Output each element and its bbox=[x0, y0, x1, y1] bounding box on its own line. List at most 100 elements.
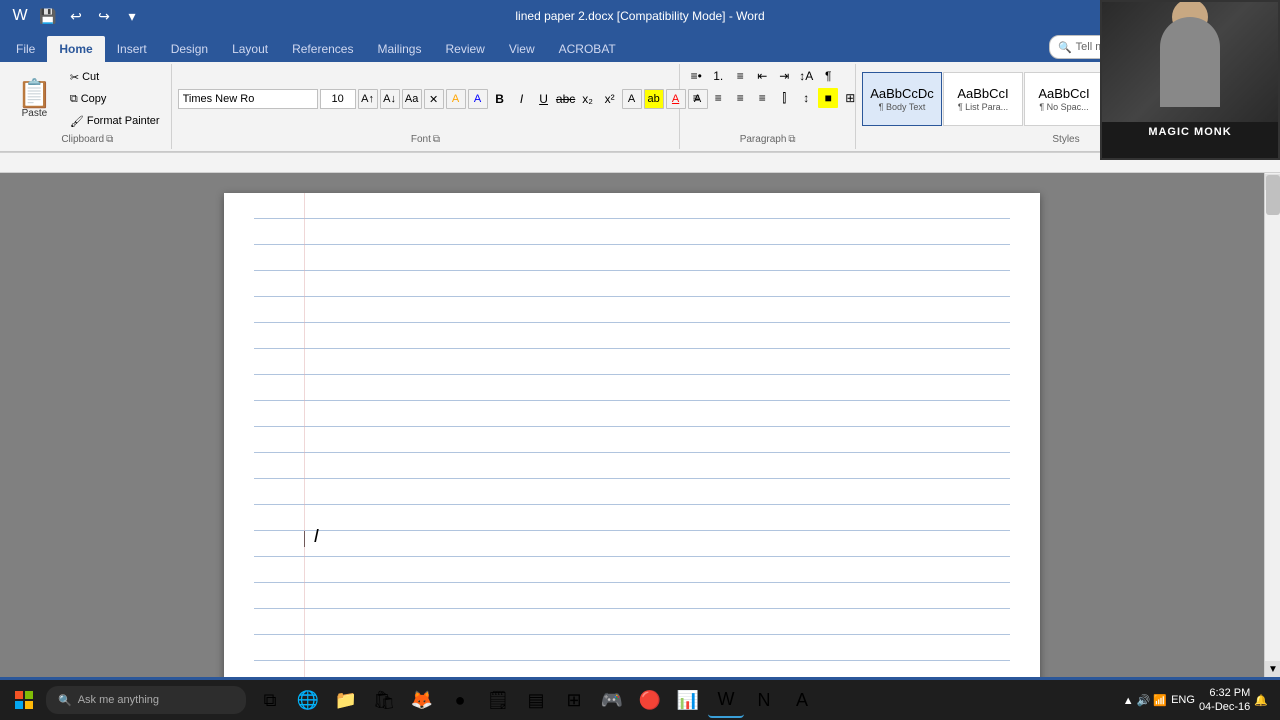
columns-button[interactable]: ⫿ bbox=[774, 88, 794, 108]
notifications-icon[interactable]: 🔔 bbox=[1254, 694, 1268, 707]
task-view-button[interactable]: ⧉ bbox=[252, 682, 288, 718]
style-preview: AaBbCcDc bbox=[870, 86, 934, 101]
tab-insert[interactable]: Insert bbox=[105, 36, 159, 62]
text-highlight-button[interactable]: A bbox=[446, 89, 466, 109]
taskbar-icons: ⧉ 🌐 📁 🛍 🦊 ● 🗒 ▤ ⊞ 🎮 🔴 📊 W N A bbox=[252, 682, 820, 718]
paper-line bbox=[254, 531, 1010, 557]
taskbar-search[interactable]: 🔍 Ask me anything bbox=[46, 686, 246, 714]
tab-design[interactable]: Design bbox=[159, 36, 220, 62]
font-name-row: A↑ A↓ Aa ✕ A A bbox=[178, 89, 488, 109]
store-icon[interactable]: 🛍 bbox=[366, 682, 402, 718]
tab-review[interactable]: Review bbox=[433, 36, 496, 62]
tab-acrobat[interactable]: ACROBAT bbox=[547, 36, 628, 62]
save-quick-button[interactable]: 💾 bbox=[36, 4, 60, 28]
format-painter-button[interactable]: 🖌 Format Painter bbox=[65, 111, 165, 131]
word-icon-button[interactable]: W bbox=[8, 4, 32, 28]
subscript-button[interactable]: x₂ bbox=[578, 89, 598, 109]
paper-line bbox=[254, 271, 1010, 297]
paragraph-expand-icon[interactable]: ⧉ bbox=[788, 134, 795, 145]
decrease-indent-button[interactable]: ⇤ bbox=[752, 66, 772, 86]
style-body-text[interactable]: AaBbCcDc ¶ Body Text bbox=[862, 72, 942, 126]
justify-button[interactable]: ≡ bbox=[752, 88, 772, 108]
font-name-input[interactable] bbox=[178, 89, 318, 109]
document-area[interactable]: 𝐼 bbox=[0, 173, 1264, 677]
app10-icon[interactable]: 🎮 bbox=[594, 682, 630, 718]
show-formatting-button[interactable]: ¶ bbox=[818, 66, 838, 86]
edge-icon[interactable]: 🌐 bbox=[290, 682, 326, 718]
margin-line bbox=[304, 193, 305, 677]
word-taskbar-icon[interactable]: W bbox=[708, 682, 744, 718]
strikethrough-button[interactable]: abc bbox=[556, 89, 576, 109]
font-group-label: Font ⧉ bbox=[178, 132, 674, 147]
tray-icons: ▲ 🔊 📶 bbox=[1123, 694, 1167, 707]
font-size-input[interactable] bbox=[320, 89, 356, 109]
customize-quick-access[interactable]: ▾ bbox=[120, 4, 144, 28]
tab-file[interactable]: File bbox=[4, 36, 47, 62]
multilevel-list-button[interactable]: ≡ bbox=[730, 66, 750, 86]
clipboard-label: Clipboard ⧉ bbox=[10, 132, 165, 147]
style-list-para[interactable]: AaBbCcI ¶ List Para... bbox=[943, 72, 1023, 126]
app8-icon[interactable]: ▤ bbox=[518, 682, 554, 718]
quick-access-toolbar: W 💾 ↩ ↪ ▾ bbox=[8, 4, 144, 28]
change-case-button[interactable]: Aa bbox=[402, 89, 422, 109]
align-right-button[interactable]: ≡ bbox=[730, 88, 750, 108]
text-highlight-color-button[interactable]: ab bbox=[644, 89, 664, 109]
video-overlay: SUBSCRIBE MAGIC MONK bbox=[1100, 0, 1280, 160]
superscript-button[interactable]: x² bbox=[600, 89, 620, 109]
text-effects-button[interactable]: A bbox=[622, 89, 642, 109]
app12-icon[interactable]: 📊 bbox=[670, 682, 706, 718]
explorer-icon[interactable]: 📁 bbox=[328, 682, 364, 718]
scroll-thumb[interactable] bbox=[1266, 175, 1280, 215]
align-center-button[interactable]: ≡ bbox=[708, 88, 728, 108]
format-buttons-row: B I U abc x₂ x² A ab A A bbox=[490, 89, 708, 109]
title-left: W 💾 ↩ ↪ ▾ bbox=[8, 4, 144, 28]
paragraph-top-row: ≡• 1. ≡ ⇤ ⇥ ↕A ¶ bbox=[686, 66, 838, 86]
underline-button[interactable]: U bbox=[534, 89, 554, 109]
align-left-button[interactable]: ≡ bbox=[686, 88, 706, 108]
scroll-down-button[interactable]: ▼ bbox=[1265, 661, 1280, 677]
font-color-button[interactable]: A bbox=[468, 89, 488, 109]
cut-button[interactable]: ✂ Cut bbox=[65, 67, 165, 87]
font-expand-icon[interactable]: ⧉ bbox=[433, 134, 440, 145]
clipboard-expand-icon[interactable]: ⧉ bbox=[106, 134, 113, 145]
tab-layout[interactable]: Layout bbox=[220, 36, 280, 62]
sort-button[interactable]: ↕A bbox=[796, 66, 816, 86]
shrink-font-button[interactable]: A↓ bbox=[380, 89, 400, 109]
tab-references[interactable]: References bbox=[280, 36, 365, 62]
app11-icon[interactable]: 🔴 bbox=[632, 682, 668, 718]
start-button[interactable] bbox=[4, 682, 44, 718]
paste-label: Paste bbox=[22, 108, 48, 119]
style-name: ¶ No Spac... bbox=[1039, 102, 1088, 112]
clipboard-group-content: 📋 Paste ✂ Cut ⧉ Copy 🖌 Format Painter bbox=[10, 66, 165, 132]
bullets-button[interactable]: ≡• bbox=[686, 66, 706, 86]
search-icon: 🔍 bbox=[1058, 41, 1072, 54]
tab-mailings[interactable]: Mailings bbox=[365, 36, 433, 62]
style-preview: AaBbCcI bbox=[1038, 86, 1089, 101]
tab-view[interactable]: View bbox=[497, 36, 547, 62]
onenote-icon[interactable]: N bbox=[746, 682, 782, 718]
undo-quick-button[interactable]: ↩ bbox=[64, 4, 88, 28]
redo-quick-button[interactable]: ↪ bbox=[92, 4, 116, 28]
taskbar-search-placeholder: Ask me anything bbox=[78, 694, 159, 706]
format-painter-icon: 🖌 bbox=[70, 115, 84, 128]
tab-bar: File Home Insert Design Layout Reference… bbox=[0, 32, 1280, 62]
copy-button[interactable]: ⧉ Copy bbox=[65, 89, 165, 109]
sticky-notes-icon[interactable]: 🗒 bbox=[480, 682, 516, 718]
paste-button[interactable]: 📋 Paste bbox=[10, 66, 59, 132]
increase-indent-button[interactable]: ⇥ bbox=[774, 66, 794, 86]
clear-formatting-button[interactable]: ✕ bbox=[424, 89, 444, 109]
italic-button[interactable]: I bbox=[512, 89, 532, 109]
acrobat-taskbar-icon[interactable]: A bbox=[784, 682, 820, 718]
style-no-spacing[interactable]: AaBbCcI ¶ No Spac... bbox=[1024, 72, 1104, 126]
line-spacing-button[interactable]: ↕ bbox=[796, 88, 816, 108]
paragraph-bottom-row: ≡ ≡ ≡ ≡ ⫿ ↕ ■ ⊞ bbox=[686, 88, 860, 108]
numbering-button[interactable]: 1. bbox=[708, 66, 728, 86]
shading-button[interactable]: ■ bbox=[818, 88, 838, 108]
tab-home[interactable]: Home bbox=[47, 36, 104, 62]
chrome-icon[interactable]: ● bbox=[442, 682, 478, 718]
bold-button[interactable]: B bbox=[490, 89, 510, 109]
vertical-scrollbar[interactable]: ▲ ▼ bbox=[1264, 173, 1280, 677]
app9-icon[interactable]: ⊞ bbox=[556, 682, 592, 718]
firefox-icon[interactable]: 🦊 bbox=[404, 682, 440, 718]
grow-font-button[interactable]: A↑ bbox=[358, 89, 378, 109]
